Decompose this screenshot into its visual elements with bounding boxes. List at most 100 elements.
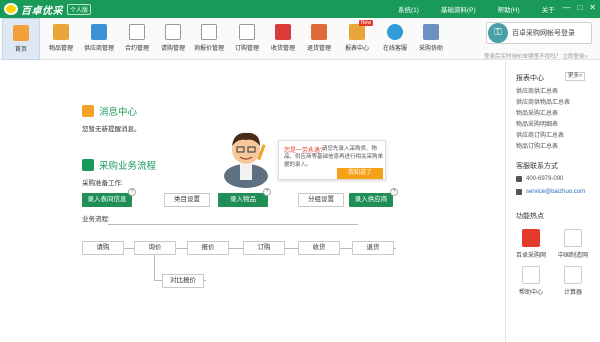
toolbar-goods[interactable]: 物品管理: [42, 18, 80, 60]
return-icon: [311, 24, 327, 40]
window-controls: — □ ✕: [562, 3, 596, 12]
toolbar-label: 物品管理: [48, 46, 73, 52]
goods-icon: [53, 24, 69, 40]
group-settings-button[interactable]: 分组设置: [298, 193, 344, 207]
chart-icon: New: [349, 20, 373, 40]
report-link[interactable]: 物品采购汇总表: [516, 108, 558, 117]
record-basic-button[interactable]: 录入表间信息: [82, 193, 132, 207]
requisition-icon: [165, 24, 181, 40]
report-link[interactable]: 物品采购明细表: [516, 119, 558, 128]
flow-connector: [154, 255, 155, 280]
help-circle-icon[interactable]: ?: [128, 188, 136, 196]
account-login-button[interactable]: ⚿ 百卓采购网帐号登录: [486, 22, 592, 44]
toolbar-label: 采购协助: [418, 46, 443, 52]
mail-icon: [516, 189, 522, 195]
guide-tooltip: 请您先录入采购类、物品、供应商等基础信息再进行相关采购单据的录入。 您是一劳永逸…: [278, 140, 386, 180]
toolbar-supplier[interactable]: 供应商管理: [80, 18, 118, 60]
help-circle-icon[interactable]: ?: [263, 188, 271, 196]
message-title-text: 消息中心: [99, 107, 138, 118]
toolbar-label: 供应商管理: [83, 46, 114, 52]
order-icon: [239, 24, 255, 40]
hot-item-label: 百卓采购网: [515, 253, 546, 259]
minimize-icon[interactable]: —: [562, 3, 570, 12]
tooltip-ok-button[interactable]: 我知道了: [337, 168, 383, 179]
phone-icon: [516, 176, 522, 182]
toolbar-quote[interactable]: 询报价管理: [190, 18, 228, 60]
maximize-icon[interactable]: □: [577, 3, 582, 12]
close-icon[interactable]: ✕: [589, 3, 596, 12]
logo-text: 百卓优采: [21, 5, 63, 17]
mascot-illustration: [224, 132, 268, 188]
process-title-text: 采购业务流程: [99, 161, 157, 172]
toolbar-label: 在线客服: [382, 46, 407, 52]
account-login-label: 百卓采购网帐号登录: [512, 30, 575, 37]
menu-basic-data[interactable]: 基础资料(P): [441, 4, 476, 14]
email-address[interactable]: service@baizhuo.com: [526, 189, 585, 195]
toolbar-label: 报表中心: [344, 46, 369, 52]
new-badge: New: [358, 20, 373, 26]
toolbar-label: 合约管理: [124, 46, 149, 52]
hot-item-label: 帮助中心: [518, 290, 543, 296]
flow-step-quote[interactable]: 报价: [187, 241, 229, 255]
logo-icon: [4, 3, 18, 15]
report-link[interactable]: 物品订购汇总表: [516, 141, 558, 150]
hot-item-baizhuo[interactable]: 百卓采购网: [508, 229, 554, 259]
help-circle-icon[interactable]: ?: [390, 188, 398, 196]
toolbar-order[interactable]: 订购管理: [228, 18, 266, 60]
email-row[interactable]: service@baizhuo.com: [516, 189, 585, 195]
contract-icon: [129, 24, 145, 40]
assist-icon: [423, 24, 439, 40]
toolbar-label: 收货管理: [270, 46, 295, 52]
hot-item-label: 中国制造网: [557, 253, 588, 259]
toolbar-receive[interactable]: 收货管理: [264, 18, 302, 60]
toolbar-label: 询报价管理: [193, 46, 224, 52]
flow-label: 业务流程:: [82, 216, 110, 223]
record-goods-button[interactable]: 录入物品: [218, 193, 268, 207]
toolbar-requisition[interactable]: 请购管理: [154, 18, 192, 60]
home-icon: [13, 25, 29, 41]
help-icon: [522, 266, 540, 284]
flow-connector: [108, 224, 358, 225]
flow-step-return[interactable]: 退货: [352, 241, 394, 255]
report-center-title: 报表中心: [516, 75, 544, 82]
toolbar-assist[interactable]: 采购协助: [412, 18, 450, 60]
quote-icon: [201, 24, 217, 40]
flow-step-inquiry[interactable]: 询价: [134, 241, 176, 255]
hot-item-made-in-china[interactable]: 中国制造网: [550, 229, 596, 259]
report-link[interactable]: 供应商订购汇总表: [516, 130, 564, 139]
tooltip-question: 您是一劳永逸?: [284, 148, 324, 154]
message-center-title: 消息中心: [82, 104, 137, 118]
flow-step-receive[interactable]: 收货: [298, 241, 340, 255]
hot-item-calculator[interactable]: 计算器: [550, 266, 596, 296]
main-toolbar: 首页 物品管理 供应商管理 合约管理 请购管理 询报价管理 订购管理 收货管理 …: [0, 18, 600, 60]
receive-icon: [275, 24, 291, 40]
report-link[interactable]: 供应商供物品汇总表: [516, 97, 570, 106]
toolbar-return[interactable]: 退货管理: [300, 18, 338, 60]
message-empty-text: 您暂无新提醒消息。: [82, 126, 141, 133]
baizhuo-icon: [522, 229, 540, 247]
title-bar: 百卓优采 个人版 系统(1) 基础资料(P) 帮助(H) 关于 — □ ✕: [0, 0, 600, 18]
report-link[interactable]: 供应商供汇总表: [516, 86, 558, 95]
flow-step-requisition[interactable]: 请购: [82, 241, 124, 255]
toolbar-label: 退货管理: [306, 46, 331, 52]
message-icon: [82, 105, 94, 117]
menu-help[interactable]: 帮助(H): [498, 4, 520, 14]
login-hint[interactable]: 登录后实时询价单哪里不找吗？ 立即登录>: [484, 52, 588, 60]
category-settings-button[interactable]: 类目设置: [164, 193, 210, 207]
toolbar-report[interactable]: New 报表中心: [338, 18, 376, 60]
prep-label: 采购准备工作:: [82, 180, 123, 187]
hot-item-help[interactable]: 帮助中心: [508, 266, 554, 296]
record-supplier-button[interactable]: 录入供应商: [349, 193, 393, 207]
right-panel-divider: [505, 62, 506, 342]
toolbar-home[interactable]: 首页: [2, 18, 40, 60]
menu-system[interactable]: 系统(1): [398, 4, 419, 14]
flow-step-compare[interactable]: 对比报价: [162, 274, 204, 288]
more-button[interactable]: 更多>: [565, 72, 585, 81]
made-in-china-icon: [564, 229, 582, 247]
toolbar-label: 首页: [14, 47, 27, 53]
edition-badge: 个人版: [67, 3, 92, 15]
menu-about[interactable]: 关于: [542, 4, 555, 14]
flow-step-order[interactable]: 订购: [243, 241, 285, 255]
toolbar-service[interactable]: 在线客服: [376, 18, 414, 60]
toolbar-contract[interactable]: 合约管理: [118, 18, 156, 60]
